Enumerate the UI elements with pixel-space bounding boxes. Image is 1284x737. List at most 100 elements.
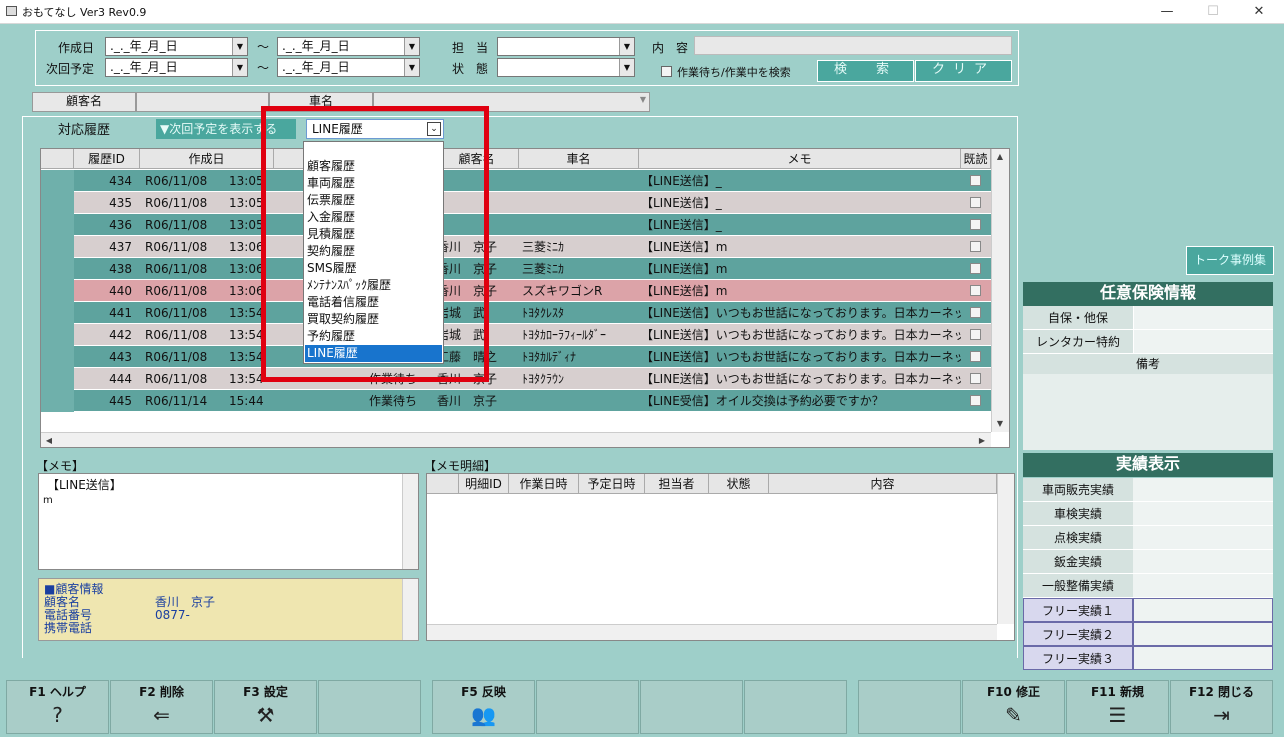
row-header[interactable] (41, 302, 74, 324)
empty-function-key[interactable] (318, 680, 421, 734)
read-checkbox[interactable] (970, 351, 981, 362)
created-to-input[interactable]: ._._年_月_日 ▼ (277, 37, 420, 56)
table-row[interactable]: 438 R06/11/08 13:06 香川 京子 三菱ﾐﾆｶ 【LINE送信】m (41, 258, 1009, 280)
clear-button[interactable]: クリア (915, 60, 1012, 82)
created-from-input[interactable]: ._._年_月_日 ▼ (105, 37, 248, 56)
cell-car: ﾄﾖﾀｸﾚｽﾀ (522, 306, 565, 320)
read-checkbox[interactable] (970, 219, 981, 230)
function-key-label: F12 閉じる (1188, 685, 1255, 699)
result-row-value (1133, 622, 1273, 646)
memo-col-content[interactable]: 内容 (769, 474, 997, 494)
content-input[interactable] (694, 36, 1012, 55)
scroll-down-icon[interactable]: ▼ (992, 416, 1008, 432)
column-header-id[interactable]: 履歴ID (74, 149, 140, 169)
read-checkbox[interactable] (970, 241, 981, 252)
read-checkbox[interactable] (970, 197, 981, 208)
row-header[interactable] (41, 170, 74, 192)
memo-textarea[interactable]: 【LINE送信】 m (38, 473, 419, 570)
cell-id: 445 (109, 394, 132, 408)
f3-settings-button[interactable]: F3 設定 ⚒ (214, 680, 317, 734)
read-checkbox[interactable] (970, 175, 981, 186)
f11-new-button[interactable]: F11 新規 ☰ (1066, 680, 1169, 734)
read-checkbox[interactable] (970, 395, 981, 406)
row-header[interactable] (41, 324, 74, 346)
function-key-label: F3 設定 (243, 685, 288, 699)
cell-date: R06/11/08 (145, 306, 208, 320)
f10-edit-button[interactable]: F10 修正 ✎ (962, 680, 1065, 734)
chevron-down-icon[interactable]: ▼ (404, 38, 419, 55)
empty-function-key[interactable] (536, 680, 639, 734)
chevron-down-icon[interactable]: ▼ (404, 59, 419, 76)
table-row[interactable]: 435 R06/11/08 13:05 【LINE送信】_ (41, 192, 1009, 214)
memo-col-state[interactable]: 状態 (709, 474, 769, 494)
memo-col-plandate[interactable]: 予定日時 (579, 474, 645, 494)
read-checkbox[interactable] (970, 285, 981, 296)
row-header[interactable] (41, 390, 74, 412)
memo-col-workdate[interactable]: 作業日時 (509, 474, 579, 494)
memo-detail-hscroll[interactable] (427, 624, 997, 640)
read-checkbox[interactable] (970, 263, 981, 274)
staff-select[interactable]: ▼ (497, 37, 635, 56)
talk-examples-button[interactable]: トーク事例集 (1186, 246, 1274, 275)
insurance-row-label: レンタカー特約 (1023, 330, 1133, 354)
f2-delete-button[interactable]: F2 削除 ⇐ (110, 680, 213, 734)
empty-function-key[interactable] (640, 680, 743, 734)
empty-function-key[interactable] (858, 680, 961, 734)
chevron-down-icon[interactable]: ▼ (232, 38, 247, 55)
memo-scrollbar[interactable] (402, 474, 418, 569)
table-row[interactable]: 441 R06/11/08 13:54 岩城 武ﾄﾖﾀｸﾚｽﾀ 【LINE送信】いつもお… (41, 302, 1009, 324)
table-row[interactable]: 440 R06/11/08 13:06 香川 京子 スズキワゴンR 【LINE送信】m (41, 280, 1009, 302)
scroll-up-icon[interactable]: ▲ (992, 149, 1008, 165)
close-button[interactable]: ✕ (1236, 0, 1282, 24)
row-header[interactable] (41, 258, 74, 280)
cell-id: 438 (109, 262, 132, 276)
customer-info-scrollbar[interactable] (402, 579, 418, 640)
read-checkbox[interactable] (970, 307, 981, 318)
memo-col-staff[interactable]: 担当者 (645, 474, 709, 494)
read-checkbox[interactable] (970, 329, 981, 340)
table-row[interactable]: 434 R06/11/08 13:05 【LINE送信】_ (41, 170, 1009, 192)
table-row[interactable]: 445 R06/11/14 15:44 作業待ち 香川 京子 【LINE受信】オイル交換は… (41, 390, 1009, 412)
scroll-left-icon[interactable]: ◀ (41, 433, 57, 447)
table-row[interactable]: 443 R06/11/08 13:54 工藤 晴之 ﾄﾖﾀｶﾙﾃﾞｨﾅ 【LINE送信】い… (41, 346, 1009, 368)
f5-apply-button[interactable]: F5 反映 👥 (432, 680, 535, 734)
grid-vertical-scrollbar[interactable]: ▲ ▼ (991, 149, 1009, 432)
row-header[interactable] (41, 346, 74, 368)
chevron-down-icon[interactable]: ▼ (232, 59, 247, 76)
maximize-button[interactable]: ☐ (1190, 0, 1236, 24)
memo-col-id[interactable]: 明細ID (459, 474, 509, 494)
f1-help-button[interactable]: F1 ヘルプ? (6, 680, 109, 734)
table-row[interactable]: 436 R06/11/08 13:05 【LINE送信】_ (41, 214, 1009, 236)
row-header[interactable] (41, 236, 74, 258)
memo-detail-vscroll[interactable] (997, 474, 1014, 624)
history-section-label: 対応履歴 (58, 123, 111, 138)
column-header-read[interactable]: 既読 (961, 149, 991, 169)
waiting-checkbox[interactable] (661, 66, 672, 77)
cell-time: 15:44 (229, 394, 264, 408)
chevron-down-icon[interactable]: ▼ (619, 38, 634, 55)
row-header[interactable] (41, 280, 74, 302)
search-button[interactable]: 検 索 (817, 60, 914, 82)
next-to-input[interactable]: ._._年_月_日 ▼ (277, 58, 420, 77)
customer-name-field[interactable] (136, 92, 269, 112)
row-header[interactable] (41, 368, 74, 390)
cell-car (522, 170, 638, 192)
row-header[interactable] (41, 214, 74, 236)
next-from-input[interactable]: ._._年_月_日 ▼ (105, 58, 248, 77)
scroll-right-icon[interactable]: ▶ (974, 433, 990, 447)
empty-function-key[interactable] (744, 680, 847, 734)
row-header[interactable] (41, 192, 74, 214)
read-checkbox[interactable] (970, 373, 981, 384)
chevron-down-icon[interactable]: ▼ (619, 59, 634, 76)
state-select[interactable]: ▼ (497, 58, 635, 77)
grid-horizontal-scrollbar[interactable]: ◀ ▶ (41, 432, 991, 447)
table-row[interactable]: 437 R06/11/08 13:06 香川 京子 三菱ﾐﾆｶ 【LINE送信】m (41, 236, 1009, 258)
table-row[interactable]: 442 R06/11/08 13:54 岩城 武ﾄﾖﾀｶﾛｰﾗﾌｨｰﾙﾀﾞｰ 【LINE… (41, 324, 1009, 346)
f12-close-button[interactable]: F12 閉じる ⇥ (1170, 680, 1273, 734)
column-header-date[interactable]: 作成日 (140, 149, 274, 169)
column-header-memo[interactable]: メモ (639, 149, 961, 169)
insurance-row-label: 自保・他保 (1023, 306, 1133, 330)
table-row[interactable]: 444 R06/11/08 13:54 作業待ち 香川 京子 ﾄﾖﾀｸﾗｳﾝ 【LINE送信… (41, 368, 1009, 390)
column-header-car[interactable]: 車名 (519, 149, 639, 169)
minimize-button[interactable]: — (1144, 0, 1190, 24)
